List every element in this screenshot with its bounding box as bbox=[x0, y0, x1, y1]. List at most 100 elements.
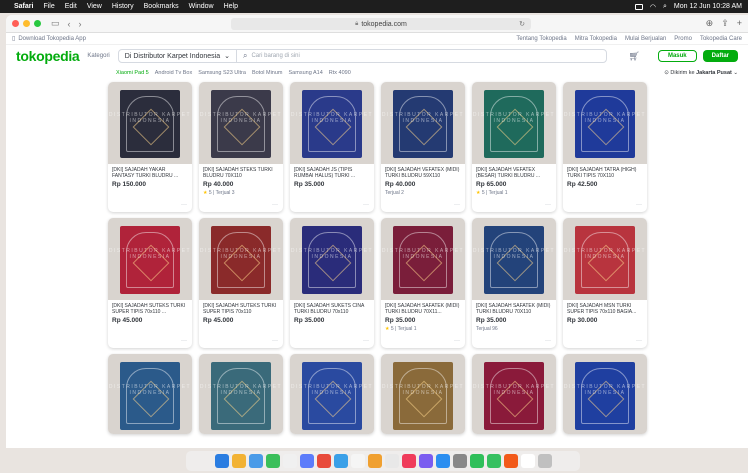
product-card[interactable]: DISTRIBUTOR KARPET INDONESIA [DKI] SAJADA… bbox=[199, 218, 283, 348]
product-card[interactable]: DISTRIBUTOR KARPET INDONESIA [DKI] SAJADA… bbox=[563, 218, 647, 348]
product-card[interactable]: DISTRIBUTOR KARPET INDONESIA [DKI] SAJADA… bbox=[290, 82, 374, 212]
download-icon[interactable]: ⊕ bbox=[706, 18, 714, 29]
product-card[interactable]: DISTRIBUTOR KARPET INDONESIA bbox=[381, 354, 465, 434]
product-image[interactable]: DISTRIBUTOR KARPET INDONESIA bbox=[290, 354, 374, 434]
share-icon[interactable]: ⇪ bbox=[721, 18, 729, 29]
dock-app-icon[interactable] bbox=[520, 454, 535, 468]
more-options-icon[interactable]: ··· bbox=[363, 338, 369, 344]
search-input[interactable]: Cari barang di sini bbox=[251, 53, 299, 59]
dock-app-icon[interactable] bbox=[401, 454, 416, 468]
more-options-icon[interactable]: ··· bbox=[181, 202, 187, 208]
login-button[interactable]: Masuk bbox=[657, 50, 697, 62]
link-tentang[interactable]: Tentang Tokopedia bbox=[516, 36, 566, 42]
dock-app-icon[interactable] bbox=[333, 454, 348, 468]
product-image[interactable]: DISTRIBUTOR KARPET INDONESIA bbox=[563, 82, 647, 164]
address-bar[interactable]: 🔒︎ tokopedia.com ↻ bbox=[231, 18, 531, 30]
product-name[interactable]: [DKI] SAJADAH VEFATEX (MIDI) TURKI BLUDR… bbox=[385, 167, 461, 179]
kategori-menu[interactable]: Kategori bbox=[87, 53, 109, 59]
wifi-icon[interactable]: ◠ bbox=[650, 3, 656, 11]
product-name[interactable]: [DKI] SAJADAH JS (TIPIS RUMBAI HALUS) TU… bbox=[294, 167, 370, 179]
new-tab-icon[interactable]: + bbox=[737, 18, 742, 29]
product-image[interactable]: DISTRIBUTOR KARPET INDONESIA bbox=[472, 218, 556, 300]
more-options-icon[interactable]: ··· bbox=[272, 338, 278, 344]
product-card[interactable]: DISTRIBUTOR KARPET INDONESIA [DKI] SAJADA… bbox=[472, 82, 556, 212]
menu-window[interactable]: Window bbox=[189, 3, 214, 10]
product-image[interactable]: DISTRIBUTOR KARPET INDONESIA bbox=[290, 82, 374, 164]
product-card[interactable]: DISTRIBUTOR KARPET INDONESIA [DKI] SAJADA… bbox=[108, 218, 192, 348]
product-card[interactable]: DISTRIBUTOR KARPET INDONESIA bbox=[472, 354, 556, 434]
sidebar-icon[interactable]: ▭ bbox=[51, 18, 60, 29]
product-image[interactable]: DISTRIBUTOR KARPET INDONESIA bbox=[381, 354, 465, 434]
tokopedia-logo[interactable]: tokopedia bbox=[16, 48, 80, 64]
product-card[interactable]: DISTRIBUTOR KARPET INDONESIA bbox=[290, 354, 374, 434]
menu-history[interactable]: History bbox=[112, 3, 134, 10]
dock-app-icon[interactable] bbox=[316, 454, 331, 468]
menu-edit[interactable]: Edit bbox=[65, 3, 77, 10]
more-options-icon[interactable]: ··· bbox=[545, 202, 551, 208]
minimize-window-button[interactable] bbox=[23, 20, 30, 27]
product-name[interactable]: [DKI] SAJADAH SUKETS CINA TURKI BLUDRU 7… bbox=[294, 303, 370, 315]
product-image[interactable]: DISTRIBUTOR KARPET INDONESIA bbox=[199, 82, 283, 164]
dock-app-icon[interactable] bbox=[299, 454, 314, 468]
product-image[interactable]: DISTRIBUTOR KARPET INDONESIA bbox=[563, 354, 647, 434]
product-image[interactable]: DISTRIBUTOR KARPET INDONESIA bbox=[108, 82, 192, 164]
more-options-icon[interactable]: ··· bbox=[636, 338, 642, 344]
cart-icon[interactable]: 🛒︎ bbox=[629, 51, 640, 62]
dock-app-icon[interactable] bbox=[537, 454, 552, 468]
suggestion-item[interactable]: Samsung S23 Ultra bbox=[198, 70, 246, 76]
product-name[interactable]: [DKI] SAJADAH SUTEKS TURKI SUPER TIPIS 7… bbox=[203, 303, 279, 315]
product-image[interactable]: DISTRIBUTOR KARPET INDONESIA bbox=[381, 82, 465, 164]
dock-app-icon[interactable] bbox=[231, 454, 246, 468]
forward-icon[interactable]: › bbox=[79, 19, 82, 29]
product-image[interactable]: DISTRIBUTOR KARPET INDONESIA bbox=[472, 354, 556, 434]
suggestion-item[interactable]: Samsung A14 bbox=[289, 70, 323, 76]
product-card[interactable]: DISTRIBUTOR KARPET INDONESIA [DKI] SAJADA… bbox=[199, 82, 283, 212]
link-care[interactable]: Tokopedia Care bbox=[700, 36, 742, 42]
more-options-icon[interactable]: ··· bbox=[454, 338, 460, 344]
search-icon[interactable]: ⌕ bbox=[663, 3, 667, 11]
dock-app-icon[interactable] bbox=[384, 454, 399, 468]
product-image[interactable]: DISTRIBUTOR KARPET INDONESIA bbox=[563, 218, 647, 300]
link-mitra[interactable]: Mitra Tokopedia bbox=[575, 36, 617, 42]
product-card[interactable]: DISTRIBUTOR KARPET INDONESIA bbox=[108, 354, 192, 434]
product-card[interactable]: DISTRIBUTOR KARPET INDONESIA [DKI] SAJADA… bbox=[381, 218, 465, 348]
zoom-window-button[interactable] bbox=[34, 20, 41, 27]
menu-bookmarks[interactable]: Bookmarks bbox=[144, 3, 179, 10]
link-mulai-berjualan[interactable]: Mulai Berjualan bbox=[625, 36, 666, 42]
back-icon[interactable]: ‹ bbox=[68, 19, 71, 29]
product-card[interactable]: DISTRIBUTOR KARPET INDONESIA [DKI] SAJADA… bbox=[472, 218, 556, 348]
more-options-icon[interactable]: ··· bbox=[636, 202, 642, 208]
product-name[interactable]: [DKI] SAJADAH SAFATEK (MIDI) TURKI BLUDR… bbox=[476, 303, 552, 315]
search-scope-dropdown[interactable]: Di Distributor Karpet Indonesia ⌄ bbox=[119, 50, 237, 62]
product-image[interactable]: DISTRIBUTOR KARPET INDONESIA bbox=[108, 218, 192, 300]
product-image[interactable]: DISTRIBUTOR KARPET INDONESIA bbox=[199, 354, 283, 434]
clock[interactable]: Mon 12 Jun 10:28 AM bbox=[674, 3, 742, 10]
menu-app-name[interactable]: Safari bbox=[14, 3, 33, 10]
dock-app-icon[interactable] bbox=[350, 454, 365, 468]
dock-app-icon[interactable] bbox=[214, 454, 229, 468]
suggestion-item[interactable]: Android Tv Box bbox=[155, 70, 193, 76]
suggestion-item[interactable]: Botol Minum bbox=[252, 70, 283, 76]
suggestion-item[interactable]: Rtx 4090 bbox=[329, 70, 351, 76]
product-card[interactable]: DISTRIBUTOR KARPET INDONESIA [DKI] SAJADA… bbox=[290, 218, 374, 348]
delivery-location[interactable]: ⊙ Dikirim ke Jakarta Pusat ⌄ bbox=[664, 70, 738, 76]
product-card[interactable]: DISTRIBUTOR KARPET INDONESIA bbox=[199, 354, 283, 434]
product-name[interactable]: [DKI] SAJADAH VEFATEX (BESAR) TURKI BLUD… bbox=[476, 167, 552, 179]
menu-view[interactable]: View bbox=[87, 3, 102, 10]
product-name[interactable]: [DKI] SAJADAH YAKAR FANTASY TURKI BLUDRU… bbox=[112, 167, 188, 179]
more-options-icon[interactable]: ··· bbox=[363, 202, 369, 208]
product-image[interactable]: DISTRIBUTOR KARPET INDONESIA bbox=[472, 82, 556, 164]
product-image[interactable]: DISTRIBUTOR KARPET INDONESIA bbox=[199, 218, 283, 300]
product-image[interactable]: DISTRIBUTOR KARPET INDONESIA bbox=[108, 354, 192, 434]
product-card[interactable]: DISTRIBUTOR KARPET INDONESIA bbox=[563, 354, 647, 434]
battery-icon[interactable] bbox=[634, 3, 643, 10]
suggestion-item[interactable]: Xiaomi Pad 5 bbox=[116, 70, 149, 76]
dock-app-icon[interactable] bbox=[248, 454, 263, 468]
more-options-icon[interactable]: ··· bbox=[181, 338, 187, 344]
menu-help[interactable]: Help bbox=[224, 3, 238, 10]
more-options-icon[interactable]: ··· bbox=[545, 338, 551, 344]
register-button[interactable]: Daftar bbox=[702, 50, 738, 62]
dock-app-icon[interactable] bbox=[418, 454, 433, 468]
product-name[interactable]: [DKI] SAJADAH SAFATEK (MIDI) TURKI BLUDR… bbox=[385, 303, 461, 315]
dock-app-icon[interactable] bbox=[282, 454, 297, 468]
